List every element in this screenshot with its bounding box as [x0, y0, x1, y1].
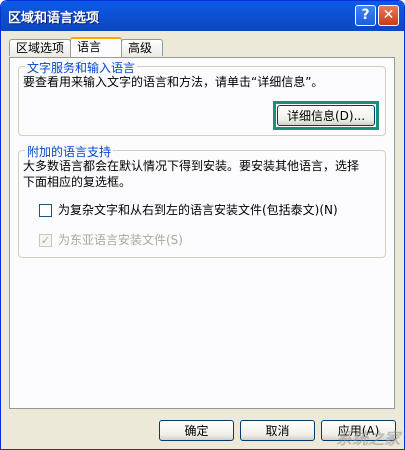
tab-panel: 文字服务和输入语言 要查看用来输入文字的语言和方法，请单击“详细信息”。 详细信…: [9, 57, 395, 409]
complex-script-checkbox[interactable]: [39, 204, 52, 217]
watermark-logo: 系统之家: [335, 429, 400, 448]
title-bar[interactable]: 区域和语言选项 ? ✕: [1, 1, 404, 31]
ok-button[interactable]: 确定: [159, 420, 234, 441]
complex-script-label[interactable]: 为复杂文字和从右到左的语言安装文件(包括泰文)(N): [58, 202, 338, 218]
window-title: 区域和语言选项: [8, 11, 100, 26]
tab-region-options[interactable]: 区域选项: [9, 39, 71, 56]
tab-languages[interactable]: 语言: [70, 37, 122, 57]
east-asian-checkbox[interactable]: ✓: [39, 234, 52, 247]
help-icon: ?: [361, 7, 370, 23]
text-services-group: 文字服务和输入语言 要查看用来输入文字的语言和方法，请单击“详细信息”。 详细信…: [18, 59, 386, 136]
supplemental-language-group: 附加的语言支持 大多数语言都会在默认情况下得到安装。要安装其他语言，选择 下面相…: [18, 143, 386, 258]
east-asian-label: 为东亚语言安装文件(S): [58, 233, 183, 247]
close-button[interactable]: ✕: [378, 5, 399, 26]
close-icon: ✕: [382, 7, 395, 23]
dialog-footer: 确定 取消 应用(A) 系统之家: [1, 409, 404, 449]
supplemental-description-line1: 大多数语言都会在默认情况下得到安装。要安装其他语言，选择: [23, 159, 360, 173]
tab-advanced[interactable]: 高级: [121, 39, 163, 56]
checkmark-icon: ✓: [40, 234, 51, 247]
supplemental-description-line2: 下面相应的复选框。: [23, 175, 132, 189]
cancel-button[interactable]: 取消: [240, 420, 315, 441]
text-services-description: 要查看用来输入文字的语言和方法，请单击“详细信息”。: [23, 75, 324, 89]
dialog-window: 区域和语言选项 ? ✕ 区域选项 语言 高级 文字服务和输入语言 要查看用来输入…: [0, 0, 405, 450]
details-button[interactable]: 详细信息(D)...: [277, 105, 375, 126]
help-button[interactable]: ?: [355, 5, 376, 26]
